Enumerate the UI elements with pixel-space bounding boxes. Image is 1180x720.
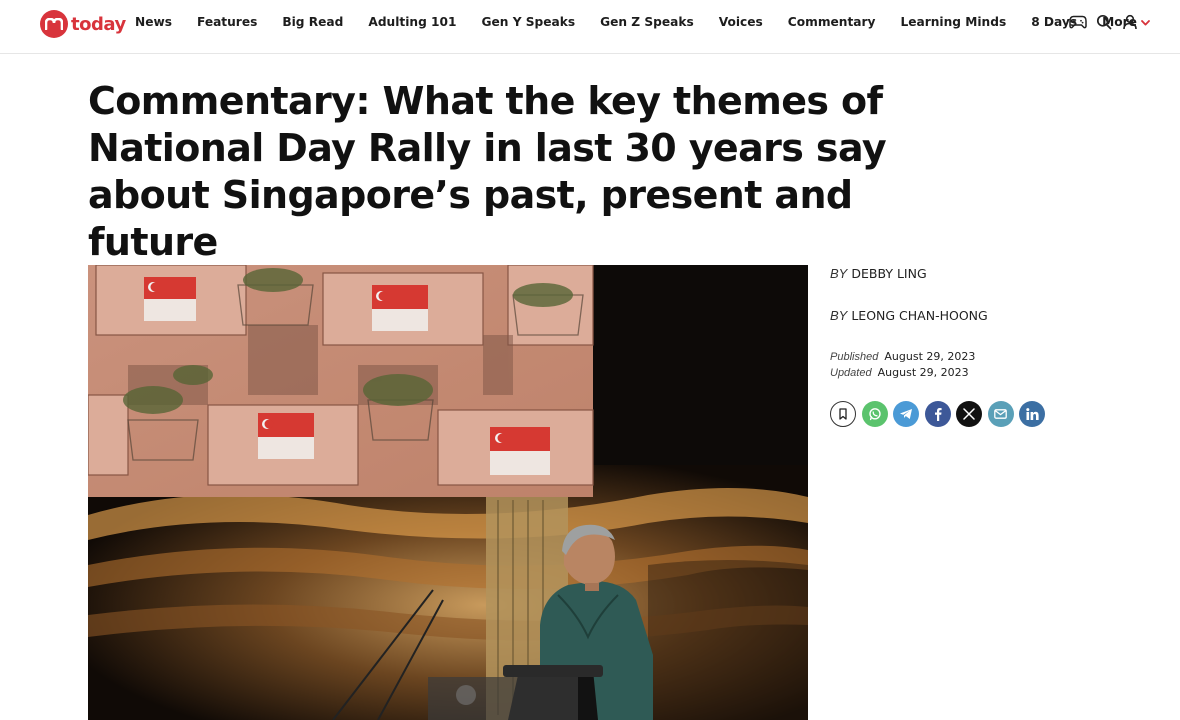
- whatsapp-icon: [868, 408, 881, 421]
- telegram-icon: [900, 409, 912, 419]
- email-icon: [994, 409, 1007, 419]
- updated-date: August 29, 2023: [877, 366, 969, 379]
- share-x-button[interactable]: [956, 401, 982, 427]
- nav-utility-icons: [1068, 12, 1140, 32]
- published-label: Published: [830, 351, 879, 363]
- hero-photo-illustration: [88, 265, 808, 720]
- nav-item-features[interactable]: Features: [197, 15, 257, 29]
- nav-item-adulting-101[interactable]: Adulting 101: [368, 15, 456, 29]
- logo-text: today: [71, 13, 126, 35]
- nav-item-voices[interactable]: Voices: [719, 15, 763, 29]
- updated-label: Updated: [830, 367, 872, 379]
- byline: BY Leong Chan-Hoong: [830, 308, 1130, 326]
- article-dates: Published August 29, 2023 Updated August…: [830, 349, 1130, 381]
- gamepad-icon[interactable]: [1068, 12, 1088, 32]
- logo-mark-icon: [40, 10, 68, 38]
- top-navigation: today News Features Big Read Adulting 10…: [0, 0, 1180, 54]
- nav-item-gen-z-speaks[interactable]: Gen Z Speaks: [600, 15, 694, 29]
- share-linkedin-button[interactable]: [1019, 401, 1045, 427]
- x-icon: [963, 408, 975, 420]
- byline-by: BY: [830, 266, 848, 281]
- nav-item-commentary[interactable]: Commentary: [788, 15, 876, 29]
- share-whatsapp-button[interactable]: [861, 401, 888, 427]
- bookmark-button[interactable]: [830, 401, 856, 427]
- share-telegram-button[interactable]: [893, 401, 919, 427]
- main-nav-links: News Features Big Read Adulting 101 Gen …: [135, 0, 1150, 44]
- nav-item-learning-minds[interactable]: Learning Minds: [900, 15, 1006, 29]
- user-icon[interactable]: [1120, 12, 1140, 32]
- article-meta: BY Debby Ling BY Leong Chan-Hoong Publis…: [830, 266, 1130, 427]
- linkedin-icon: [1025, 408, 1039, 420]
- published-date: August 29, 2023: [884, 350, 976, 363]
- search-icon[interactable]: [1094, 12, 1114, 32]
- hero-image[interactable]: [88, 265, 808, 720]
- published-line: Published August 29, 2023: [830, 349, 1130, 365]
- byline: BY Debby Ling: [830, 266, 1130, 284]
- nav-item-news[interactable]: News: [135, 15, 172, 29]
- share-bar: [830, 401, 1130, 427]
- share-email-button[interactable]: [987, 401, 1014, 427]
- share-facebook-button[interactable]: [924, 401, 951, 427]
- updated-line: Updated August 29, 2023: [830, 365, 1130, 381]
- nav-item-gen-y-speaks[interactable]: Gen Y Speaks: [482, 15, 576, 29]
- article-headline: Commentary: What the key themes of Natio…: [88, 79, 887, 264]
- today-logo[interactable]: today: [40, 10, 126, 38]
- nav-item-big-read[interactable]: Big Read: [282, 15, 343, 29]
- author-link[interactable]: Leong Chan-Hoong: [851, 308, 987, 323]
- bookmark-icon: [839, 408, 847, 420]
- byline-by: BY: [830, 308, 848, 323]
- author-link[interactable]: Debby Ling: [851, 266, 926, 281]
- chevron-down-icon: [1140, 15, 1150, 29]
- facebook-icon: [934, 408, 942, 421]
